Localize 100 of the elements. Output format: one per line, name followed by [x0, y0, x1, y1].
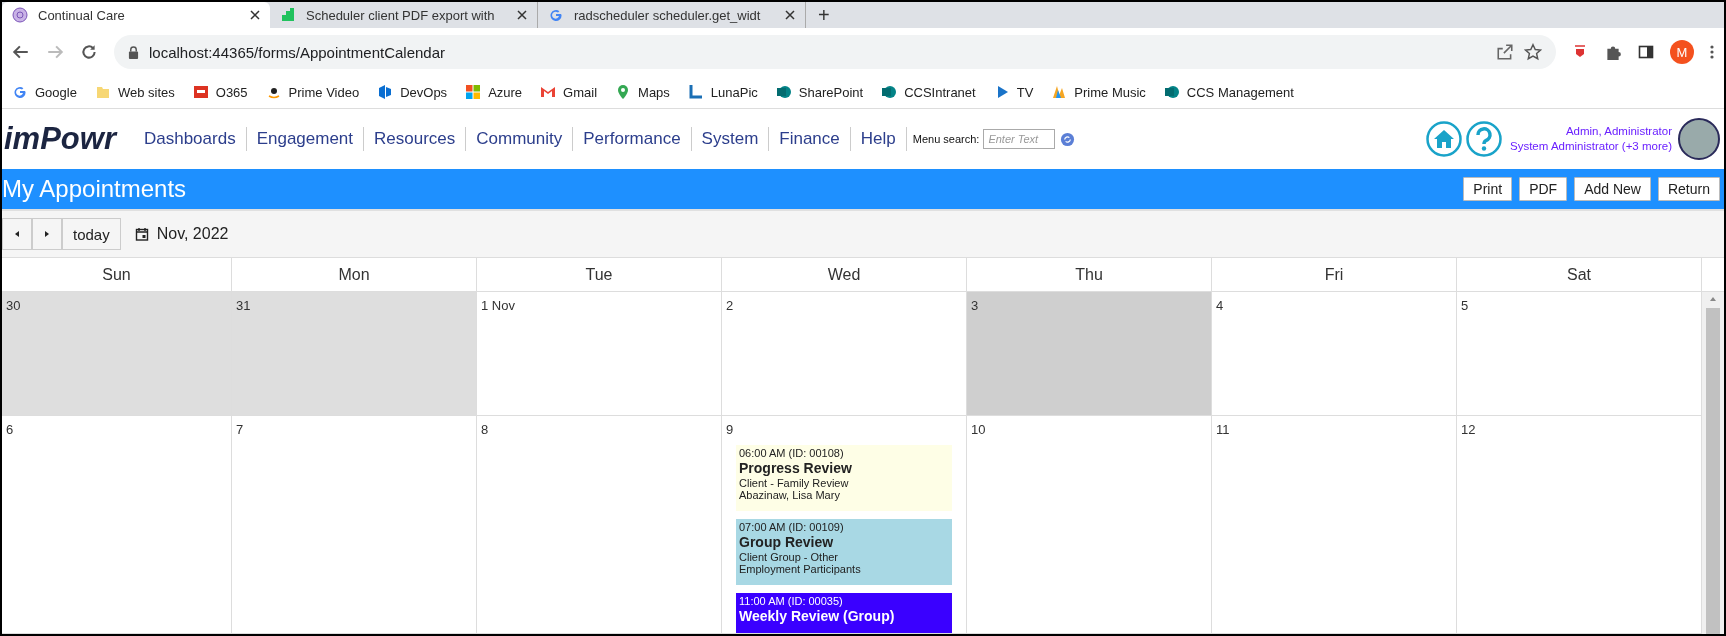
- bookmark-link[interactable]: CCSIntranet: [904, 84, 976, 100]
- menu-item[interactable]: System: [691, 127, 770, 151]
- bookmark-link[interactable]: Maps: [638, 84, 670, 100]
- menu-item[interactable]: Finance: [769, 127, 851, 151]
- share-icon[interactable]: [1496, 43, 1514, 61]
- date-number: 10: [971, 422, 987, 437]
- new-tab-button[interactable]: +: [806, 2, 842, 28]
- day-cell[interactable]: 12: [1457, 416, 1702, 634]
- day-cell[interactable]: 3: [967, 292, 1212, 416]
- logo-icon: [377, 84, 394, 100]
- refresh-icon[interactable]: [1060, 131, 1076, 147]
- bookmark-link[interactable]: O365: [215, 84, 248, 100]
- help-icon[interactable]: [1466, 121, 1502, 157]
- day-cell[interactable]: 1 Nov: [477, 292, 722, 416]
- menu-search-field[interactable]: Enter Text: [983, 129, 1056, 149]
- event-detail: Client - Family Review: [739, 477, 850, 489]
- right-triangle-icon: [43, 230, 51, 238]
- flame-logo-icon: [1051, 84, 1068, 100]
- menu-item[interactable]: Dashboards: [133, 127, 247, 151]
- event-title: Group Review: [739, 534, 835, 551]
- page-title: My Appointments: [2, 175, 188, 203]
- calendar-icon[interactable]: [134, 227, 149, 241]
- circle-logo-icon: [12, 7, 28, 23]
- today-button[interactable]: today: [62, 218, 121, 250]
- back-icon[interactable]: [12, 43, 30, 61]
- toolbar-button[interactable]: Add New: [1574, 177, 1651, 201]
- steps-logo-icon: [280, 7, 296, 23]
- event-time: 11:00 AM (ID: 00035): [739, 595, 844, 607]
- user-role[interactable]: System Administrator (+3 more): [1510, 139, 1672, 154]
- date-number: 7: [236, 422, 245, 437]
- side-panel-icon[interactable]: [1638, 44, 1654, 60]
- bookmark-link[interactable]: Gmail: [563, 84, 598, 100]
- lock-icon: [128, 45, 139, 59]
- close-icon[interactable]: [785, 10, 795, 20]
- day-cell[interactable]: 7: [232, 416, 477, 634]
- bookmark-link[interactable]: TV: [1016, 84, 1034, 100]
- date-number: 12: [1461, 422, 1477, 437]
- menu-item[interactable]: Engagement: [246, 127, 365, 151]
- bookmark-link[interactable]: DevOps: [400, 84, 448, 100]
- event-detail: Client Group - Other: [739, 551, 840, 563]
- date-number: 8: [481, 422, 490, 437]
- menu-item[interactable]: Help: [850, 127, 907, 151]
- appointment-event[interactable]: 07:00 AM (ID: 00109) Group Review Client Group - Other Employment Participants: [736, 519, 952, 585]
- toolbar-button[interactable]: Print: [1463, 177, 1513, 201]
- logo: imPowr: [4, 121, 119, 157]
- day-cell[interactable]: 8: [477, 416, 722, 634]
- address-bar[interactable]: localhost:44365/forms/AppointmentCalendar: [114, 35, 1556, 69]
- bookmark-link[interactable]: Azure: [488, 84, 523, 100]
- appointment-event[interactable]: 11:00 AM (ID: 00035) Weekly Review (Group): [736, 593, 952, 633]
- day-cell[interactable]: 6: [2, 416, 232, 634]
- event-detail: Employment Participants: [739, 563, 862, 575]
- g-logo-icon: [12, 84, 28, 100]
- day-cell[interactable]: 4: [1212, 292, 1457, 416]
- s-logo-icon: [881, 84, 898, 100]
- day-cell[interactable]: 30: [2, 292, 232, 416]
- appointment-event[interactable]: 06:00 AM (ID: 00108) Progress Review Client - Family Review Abazinaw, Lisa Mary: [736, 445, 952, 511]
- curve-logo-icon: [687, 84, 704, 100]
- day-cell[interactable]: [722, 416, 967, 634]
- date-number: 6: [6, 422, 15, 437]
- home-icon[interactable]: [1426, 121, 1462, 157]
- date-number: 9: [726, 422, 735, 437]
- reload-icon[interactable]: [80, 43, 98, 61]
- bookmark-link[interactable]: SharePoint: [798, 84, 864, 100]
- shield-icon[interactable]: [1572, 44, 1588, 60]
- bookmark-link[interactable]: Prime Music: [1074, 84, 1146, 100]
- close-icon[interactable]: [517, 10, 527, 20]
- menu-item[interactable]: Performance: [573, 127, 692, 151]
- menu-item[interactable]: Resources: [364, 127, 467, 151]
- close-icon[interactable]: [250, 10, 260, 20]
- user-avatar[interactable]: [1678, 118, 1720, 160]
- bookmark-link[interactable]: CCS Management: [1186, 84, 1294, 100]
- event-time: 07:00 AM (ID: 00109): [739, 521, 845, 533]
- bookmark-link[interactable]: Prime Video: [288, 84, 360, 100]
- day-cell[interactable]: 2: [722, 292, 967, 416]
- day-cell[interactable]: 11: [1212, 416, 1457, 634]
- event-title: Weekly Review (Group): [739, 608, 896, 625]
- star-icon[interactable]: [1524, 43, 1542, 61]
- square-logo-icon: [192, 84, 209, 100]
- more-icon[interactable]: [1710, 44, 1714, 60]
- date-number: 31: [236, 298, 252, 313]
- bookmark-link[interactable]: Google: [35, 84, 77, 100]
- user-name[interactable]: Admin, Administrator: [1565, 124, 1672, 139]
- browser-tab[interactable]: Continual Care: [2, 2, 270, 28]
- toolbar-button[interactable]: PDF: [1519, 177, 1568, 201]
- bookmark-link[interactable]: LunaPic: [710, 84, 758, 100]
- day-cell[interactable]: 31: [232, 292, 477, 416]
- date-number: 2: [726, 298, 735, 313]
- m-logo-icon: [540, 84, 557, 100]
- scrollbar[interactable]: [1702, 292, 1724, 634]
- day-cell[interactable]: 5: [1457, 292, 1702, 416]
- date-number: 11: [1216, 422, 1231, 437]
- day-cell[interactable]: 10: [967, 416, 1212, 634]
- toolbar-button[interactable]: Return: [1657, 177, 1720, 201]
- period-label[interactable]: Nov, 2022: [156, 225, 229, 243]
- bookmark-link[interactable]: Web sites: [117, 84, 175, 100]
- folder-icon: [94, 84, 111, 100]
- up-arrow-icon[interactable]: [1709, 296, 1717, 302]
- date-number: 3: [971, 298, 980, 313]
- menu-item[interactable]: Community: [466, 127, 574, 151]
- event-detail: Abazinaw, Lisa Mary: [739, 489, 841, 501]
